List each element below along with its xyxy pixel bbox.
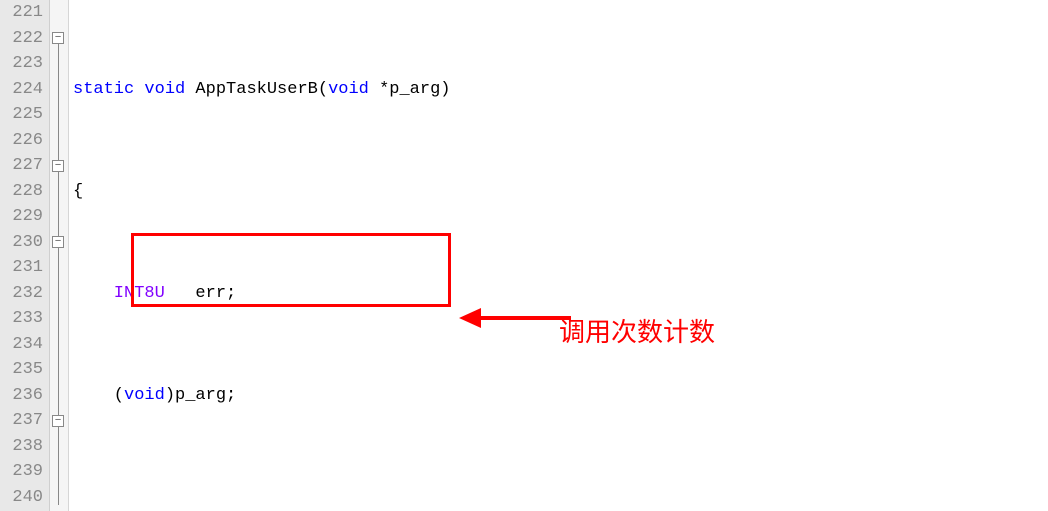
- line-number: 227: [0, 153, 43, 179]
- fold-toggle-icon[interactable]: −: [52, 415, 64, 427]
- line-number: 240: [0, 485, 43, 511]
- line-number: 233: [0, 306, 43, 332]
- line-number: 230: [0, 230, 43, 256]
- line-number: 223: [0, 51, 43, 77]
- line-number: 222: [0, 26, 43, 52]
- keyword-static: static: [73, 80, 134, 99]
- annotation-label: 调用次数计数: [559, 320, 715, 346]
- line-number: 225: [0, 102, 43, 128]
- code-line[interactable]: (void)p_arg;: [73, 383, 1048, 409]
- function-name: AppTaskUserB: [185, 80, 318, 99]
- fold-gutter: − − − −: [50, 0, 69, 511]
- arrow-icon: [459, 308, 481, 328]
- keyword-void: void: [144, 80, 185, 99]
- code-line[interactable]: static void AppTaskUserB(void *p_arg): [73, 77, 1048, 103]
- code-line[interactable]: INT8U err;: [73, 281, 1048, 307]
- line-number: 237: [0, 408, 43, 434]
- line-number: 236: [0, 383, 43, 409]
- arrow-line: [481, 316, 571, 320]
- keyword-void: void: [124, 386, 165, 405]
- line-number: 226: [0, 128, 43, 154]
- type-name: INT8U: [73, 284, 165, 303]
- line-number: 238: [0, 434, 43, 460]
- line-number: 221: [0, 0, 43, 26]
- fold-toggle-icon[interactable]: −: [52, 236, 64, 248]
- param-name: p_arg: [389, 80, 440, 99]
- line-number: 229: [0, 204, 43, 230]
- line-number: 234: [0, 332, 43, 358]
- fold-guide-line: [58, 32, 59, 505]
- code-area[interactable]: static void AppTaskUserB(void *p_arg) { …: [69, 0, 1048, 511]
- code-line[interactable]: {: [73, 179, 1048, 205]
- fold-toggle-icon[interactable]: −: [52, 32, 64, 44]
- line-number-gutter: 221 222 223 224 225 226 227 228 229 230 …: [0, 0, 50, 511]
- keyword-void: void: [328, 80, 369, 99]
- line-number: 224: [0, 77, 43, 103]
- line-number: 239: [0, 459, 43, 485]
- code-line[interactable]: [73, 485, 1048, 511]
- code-editor: 221 222 223 224 225 226 227 228 229 230 …: [0, 0, 1048, 511]
- line-number: 235: [0, 357, 43, 383]
- line-number: 232: [0, 281, 43, 307]
- fold-toggle-icon[interactable]: −: [52, 160, 64, 172]
- line-number: 228: [0, 179, 43, 205]
- line-number: 231: [0, 255, 43, 281]
